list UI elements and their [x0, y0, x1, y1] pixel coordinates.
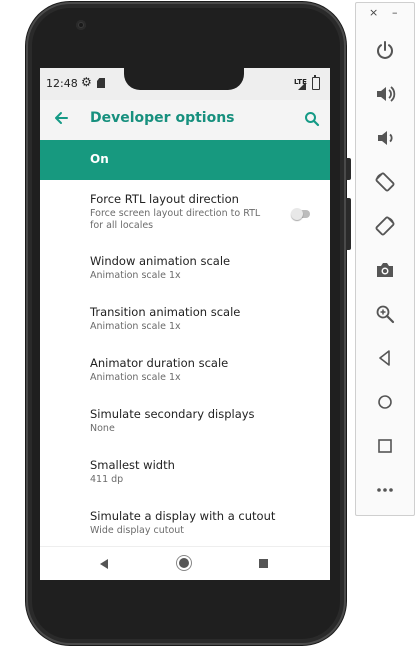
display-cutout: [124, 68, 244, 90]
developer-options-master-switch[interactable]: On: [40, 140, 330, 180]
setting-title: Simulate a display with a cutout: [90, 509, 276, 523]
sd-card-icon: [97, 78, 105, 88]
setting-title: Animator duration scale: [90, 356, 229, 370]
zoom-icon[interactable]: [370, 299, 400, 329]
setting-title: Simulate secondary displays: [90, 407, 255, 421]
setting-summary: 411 dp: [90, 474, 124, 485]
setting-title: Window animation scale: [90, 254, 231, 268]
setting-force-rtl[interactable]: Force RTL layout direction Force screen …: [40, 192, 330, 238]
home-icon[interactable]: [370, 387, 400, 417]
device-screen: 12:48 ⚙ LTE Developer options On Force R…: [40, 68, 330, 580]
emulator-toolbar: × –: [355, 2, 415, 516]
minimize-icon[interactable]: –: [392, 7, 398, 19]
volume-down-icon[interactable]: [370, 123, 400, 153]
settings-notification-icon: ⚙: [81, 75, 92, 89]
setting-smallest-width[interactable]: Smallest width 411 dp: [40, 458, 330, 498]
setting-display-cutout[interactable]: Simulate a display with a cutout Wide di…: [40, 509, 330, 549]
more-icon[interactable]: [370, 475, 400, 505]
master-switch-label: On: [90, 152, 109, 166]
app-bar: Developer options: [40, 100, 330, 141]
force-rtl-toggle[interactable]: [291, 208, 310, 220]
setting-summary: Animation scale 1x: [90, 270, 181, 281]
setting-summary: Animation scale 1x: [90, 372, 181, 383]
rotate-left-icon[interactable]: [370, 167, 400, 197]
search-icon[interactable]: [303, 110, 321, 128]
status-time: 12:48: [46, 77, 78, 90]
toggle-thumb: [291, 208, 303, 220]
status-bar: 12:48 ⚙ LTE: [40, 68, 330, 100]
setting-summary: Wide display cutout: [90, 525, 184, 536]
setting-summary: None: [90, 423, 115, 434]
phone-power-key: [346, 158, 351, 180]
power-icon[interactable]: [370, 35, 400, 65]
setting-transition-animation-scale[interactable]: Transition animation scale Animation sca…: [40, 305, 330, 345]
back-icon[interactable]: [370, 343, 400, 373]
setting-window-animation-scale[interactable]: Window animation scale Animation scale 1…: [40, 254, 330, 294]
setting-animator-duration-scale[interactable]: Animator duration scale Animation scale …: [40, 356, 330, 396]
setting-summary: Force screen layout direction to RTL for…: [90, 208, 261, 231]
overview-icon[interactable]: [370, 431, 400, 461]
setting-simulate-secondary-displays[interactable]: Simulate secondary displays None: [40, 407, 330, 447]
back-arrow-icon[interactable]: [52, 109, 70, 127]
nav-home-icon[interactable]: [179, 558, 189, 568]
toolbar-window-controls: × –: [356, 3, 414, 25]
setting-title: Force RTL layout direction: [90, 192, 239, 206]
setting-summary: Animation scale 1x: [90, 321, 181, 332]
volume-up-icon[interactable]: [370, 79, 400, 109]
front-camera: [76, 20, 86, 30]
battery-icon: [312, 75, 320, 90]
page-title: Developer options: [90, 110, 235, 126]
rotate-right-icon[interactable]: [370, 211, 400, 241]
phone-volume-key: [346, 198, 351, 250]
close-icon[interactable]: ×: [369, 7, 378, 19]
emulator-phone-frame: 12:48 ⚙ LTE Developer options On Force R…: [26, 2, 351, 645]
nav-recents-icon[interactable]: [259, 559, 268, 568]
system-navigation-bar: [40, 546, 330, 580]
nav-back-icon[interactable]: [100, 559, 108, 569]
setting-title: Smallest width: [90, 458, 175, 472]
camera-icon[interactable]: [370, 255, 400, 285]
signal-icon: [298, 82, 306, 90]
setting-title: Transition animation scale: [90, 305, 241, 319]
